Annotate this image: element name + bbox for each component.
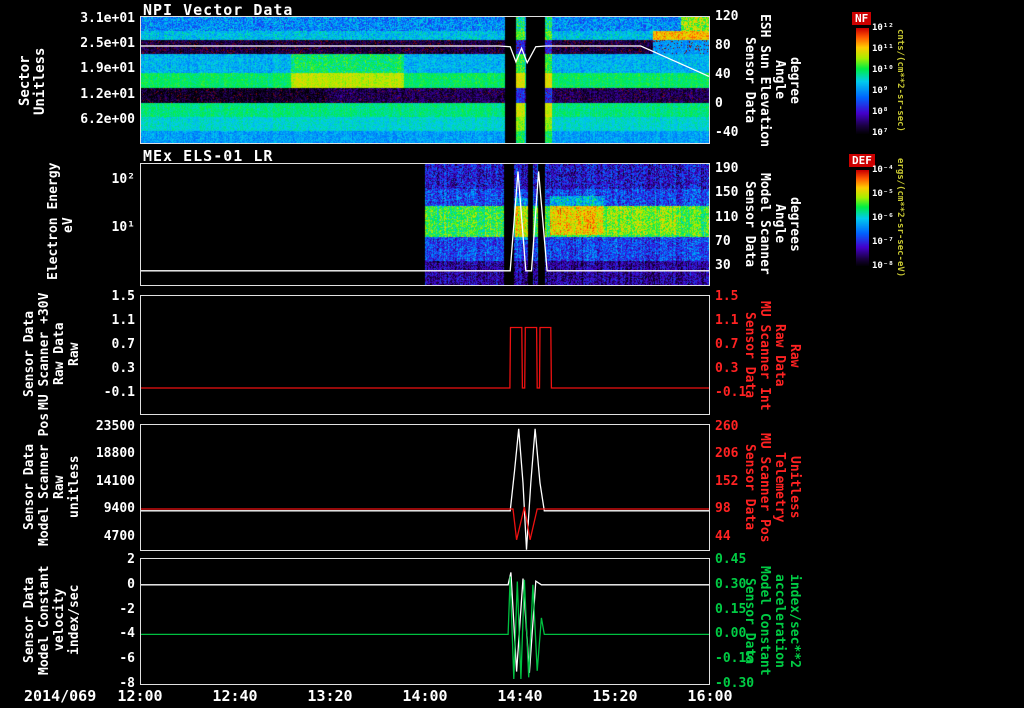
p3-ytick-left: -0.1 <box>69 386 135 400</box>
p2-ytick-right: 150 <box>715 186 775 200</box>
p1-ytick-left: 6.2e+00 <box>69 113 135 127</box>
p3-ytick-right: 1.5 <box>715 290 775 304</box>
def-colorbar-label: DEF <box>849 154 875 167</box>
p3-ytick-left: 0.3 <box>69 362 135 376</box>
p2-ytick-left: 10² <box>69 173 135 187</box>
nf-colorbar-units: cnts/(cm**2-sr-sec) <box>895 16 905 144</box>
p3-ytick-right: 0.3 <box>715 362 775 376</box>
science-plot-page: NPI Vector Data MEx ELS-01 LR Sector Uni… <box>0 0 1024 708</box>
def-colorbar-units: ergs/(cm**2-sr-sec-eV) <box>895 158 905 276</box>
p4-ytick-right: 206 <box>715 447 775 461</box>
def-colorbar <box>856 170 869 266</box>
p3-ytick-left: 0.7 <box>69 338 135 352</box>
p1-ytick-right: -40 <box>715 126 775 140</box>
p5-ytick-right: 0.00 <box>715 627 775 641</box>
p5-ytick-left: 0 <box>69 578 135 592</box>
p1-ytick-right: 120 <box>715 10 775 24</box>
p5-ytick-left: 2 <box>69 553 135 567</box>
panel1-plot-area <box>140 16 710 144</box>
p5-ytick-right: 0.15 <box>715 603 775 617</box>
panel1-ylabel-left: Sector Unitless <box>18 25 48 137</box>
p2-ytick-left: 10¹ <box>69 221 135 235</box>
x-tick: 15:20 <box>580 687 650 705</box>
p4-ytick-left: 14100 <box>69 475 135 489</box>
p4-ytick-right: 44 <box>715 530 775 544</box>
series-model-scanner-pos <box>141 429 709 550</box>
p3-ytick-right: -0.1 <box>715 386 775 400</box>
x-tick: 12:00 <box>105 687 175 705</box>
p4-ytick-left: 18800 <box>69 447 135 461</box>
series-mu-scanner-pos-telemetry <box>141 507 709 540</box>
p1-ytick-left: 3.1e+01 <box>69 12 135 26</box>
panel5-lines <box>141 559 709 684</box>
p1-ytick-right: 0 <box>715 97 775 111</box>
date-label: 2014/069 <box>24 687 96 705</box>
p5-ytick-right: 0.45 <box>715 553 775 567</box>
p4-ytick-right: 260 <box>715 420 775 434</box>
p4-ytick-left: 23500 <box>69 420 135 434</box>
panel2-overlay <box>141 164 709 285</box>
p3-ytick-right: 1.1 <box>715 314 775 328</box>
p1-ytick-right: 80 <box>715 39 775 53</box>
nf-colorbar-label: NF <box>852 12 871 25</box>
p5-ytick-left: -4 <box>69 627 135 641</box>
panel3-plot-area <box>140 295 710 415</box>
panel4-lines <box>141 425 709 550</box>
p4-ytick-right: 152 <box>715 475 775 489</box>
p4-ytick-right: 98 <box>715 502 775 516</box>
p3-ytick-right: 0.7 <box>715 338 775 352</box>
series-esh-sun-elevation <box>141 46 709 76</box>
panel2-plot-area <box>140 163 710 286</box>
x-tick: 14:00 <box>390 687 460 705</box>
p4-ytick-left: 4700 <box>69 530 135 544</box>
p1-ytick-right: 40 <box>715 68 775 82</box>
p5-ytick-left: -6 <box>69 652 135 666</box>
p2-ytick-right: 70 <box>715 235 775 249</box>
x-tick: 13:20 <box>295 687 365 705</box>
p1-ytick-left: 1.2e+01 <box>69 88 135 102</box>
p4-ytick-left: 9400 <box>69 502 135 516</box>
p5-ytick-right: 0.30 <box>715 578 775 592</box>
p3-ytick-left: 1.1 <box>69 314 135 328</box>
series-mu-scanner-30v-raw <box>141 328 709 389</box>
p3-ytick-left: 1.5 <box>69 290 135 304</box>
p1-ytick-left: 1.9e+01 <box>69 62 135 76</box>
panel5-plot-area <box>140 558 710 685</box>
x-tick: 16:00 <box>675 687 745 705</box>
p5-ytick-right: -0.15 <box>715 652 775 666</box>
series-model-scanner-angle <box>141 171 709 270</box>
x-tick: 12:40 <box>200 687 270 705</box>
p2-ytick-right: 110 <box>715 211 775 225</box>
panel1-overlay <box>141 17 709 143</box>
x-tick: 14:40 <box>485 687 555 705</box>
nf-colorbar <box>856 28 869 134</box>
series-model-constant-acceleration <box>141 577 709 680</box>
p2-ytick-right: 30 <box>715 259 775 273</box>
series-model-constant-velocity <box>141 572 709 672</box>
p2-ytick-right: 190 <box>715 162 775 176</box>
p1-ytick-left: 2.5e+01 <box>69 37 135 51</box>
panel3-lines <box>141 296 709 414</box>
p5-ytick-left: -2 <box>69 603 135 617</box>
panel4-plot-area <box>140 424 710 551</box>
